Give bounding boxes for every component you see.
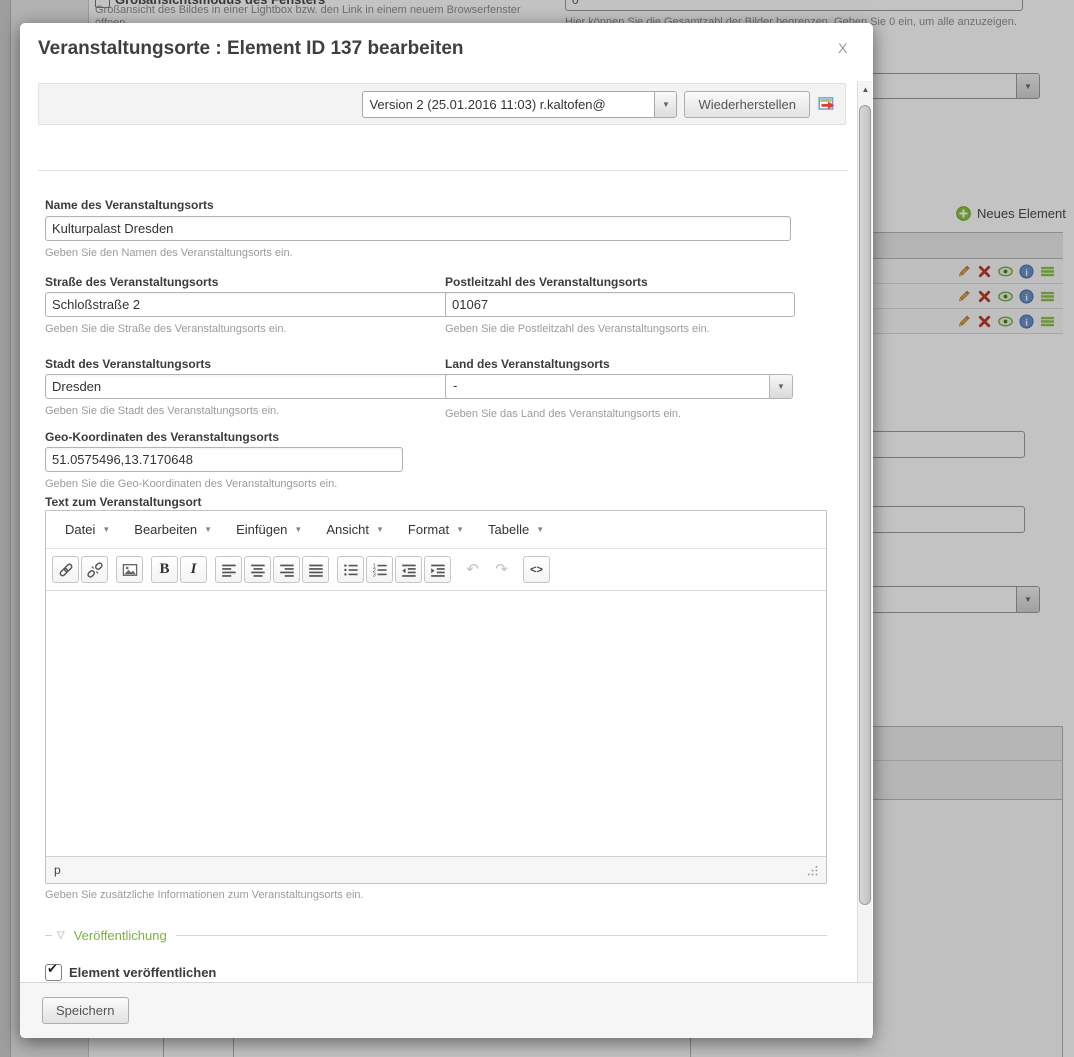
undo-button[interactable]: ↶	[459, 556, 486, 583]
align-center-icon	[250, 562, 266, 578]
chevron-down-icon[interactable]: ▼	[769, 375, 792, 398]
country-label: Land des Veranstaltungsorts	[445, 357, 610, 371]
editor-statusbar: p	[46, 856, 826, 883]
svg-text:3: 3	[372, 572, 375, 577]
text-label: Text zum Veranstaltungsort	[45, 495, 201, 509]
geo-help: Geben Sie die Geo-Koordinaten des Verans…	[45, 478, 337, 490]
indent-icon	[430, 562, 446, 578]
name-help: Geben Sie den Namen des Veranstaltungsor…	[45, 247, 293, 259]
country-help: Geben Sie das Land des Veranstaltungsort…	[445, 408, 681, 420]
menu-view[interactable]: Ansicht▼	[315, 516, 395, 543]
link-icon	[58, 562, 74, 578]
numbered-list-icon: 123	[372, 562, 388, 578]
zip-label: Postleitzahl des Veranstaltungsorts	[445, 275, 648, 289]
caret-down-icon: ▼	[102, 525, 110, 534]
version-toolbar: Version 2 (25.01.2016 11:03) r.kaltofen@…	[38, 83, 846, 125]
align-center-button[interactable]	[244, 556, 271, 583]
bullet-list-button[interactable]	[337, 556, 364, 583]
geo-input[interactable]	[45, 447, 403, 472]
city-label: Stadt des Veranstaltungsorts	[45, 357, 211, 371]
menu-file[interactable]: Datei▼	[54, 516, 121, 543]
publish-checkbox-label: Element veröffentlichen	[69, 965, 216, 980]
city-help: Geben Sie die Stadt des Veranstaltungsor…	[45, 405, 279, 417]
menu-insert[interactable]: Einfügen▼	[225, 516, 313, 543]
align-justify-button[interactable]	[302, 556, 329, 583]
align-left-button[interactable]	[215, 556, 242, 583]
publish-section-legend[interactable]: Veröffentlichung	[70, 928, 171, 943]
caret-down-icon: ▼	[456, 525, 464, 534]
insert-image-button[interactable]	[116, 556, 143, 583]
link-button[interactable]	[52, 556, 79, 583]
numbered-list-button[interactable]: 123	[366, 556, 393, 583]
country-select-value: -	[453, 378, 457, 393]
bullet-list-icon	[343, 562, 359, 578]
menu-edit[interactable]: Bearbeiten▼	[123, 516, 223, 543]
version-select-value: Version 2 (25.01.2016 11:03) r.kaltofen@	[369, 92, 652, 117]
divider	[38, 170, 848, 171]
caret-down-icon: ▼	[376, 525, 384, 534]
modal-footer: Speichern	[20, 982, 873, 1038]
screen: Großansichtsmodus des Fensters Großansic…	[0, 0, 1074, 1057]
bold-icon: B	[159, 561, 169, 578]
modal-title: Veranstaltungsorte : Element ID 137 bear…	[38, 38, 464, 60]
align-justify-icon	[308, 562, 324, 578]
indent-button[interactable]	[424, 556, 451, 583]
align-right-icon	[279, 562, 295, 578]
open-window-icon[interactable]	[817, 94, 837, 114]
save-button[interactable]: Speichern	[42, 997, 129, 1024]
menu-table[interactable]: Tabelle▼	[477, 516, 555, 543]
publish-checkbox[interactable]	[45, 964, 62, 981]
italic-icon: I	[191, 561, 197, 578]
caret-down-icon: ▼	[204, 525, 212, 534]
divider-line	[176, 935, 827, 936]
source-code-icon: <>	[530, 564, 543, 576]
geo-label: Geo-Koordinaten des Veranstaltungsorts	[45, 430, 279, 444]
modal-scrollbar[interactable]: ▲ ▼	[857, 81, 872, 1038]
italic-button[interactable]: I	[180, 556, 207, 583]
redo-icon: ↷	[495, 562, 508, 577]
image-icon	[122, 562, 138, 578]
editor-toolbar: B I 123 ↶ ↷	[46, 549, 826, 591]
street-help: Geben Sie die Straße des Veranstaltungso…	[45, 323, 287, 335]
name-label: Name des Veranstaltungsorts	[45, 198, 214, 212]
editor-menubar: Datei▼ Bearbeiten▼ Einfügen▼ Ansicht▼ Fo…	[46, 511, 826, 549]
caret-down-icon: ▼	[536, 525, 544, 534]
unlink-button[interactable]	[81, 556, 108, 583]
publish-section-divider: ▽ Veröffentlichung	[45, 928, 827, 943]
text-help: Geben Sie zusätzliche Informationen zum …	[45, 889, 364, 901]
caret-down-icon: ▼	[294, 525, 302, 534]
version-select[interactable]: Version 2 (25.01.2016 11:03) r.kaltofen@…	[362, 91, 677, 118]
zip-input[interactable]	[445, 292, 795, 317]
scrollbar-thumb[interactable]	[859, 105, 871, 905]
outdent-icon	[401, 562, 417, 578]
menu-format[interactable]: Format▼	[397, 516, 475, 543]
edit-element-modal: Veranstaltungsorte : Element ID 137 bear…	[20, 23, 873, 1038]
scroll-up-icon[interactable]: ▲	[858, 81, 873, 97]
collapse-triangle-icon[interactable]: ▽	[57, 931, 65, 941]
resize-grip-icon[interactable]	[807, 865, 818, 876]
bold-button[interactable]: B	[151, 556, 178, 583]
close-icon[interactable]: X	[838, 40, 847, 56]
country-select[interactable]: - ▼	[445, 374, 793, 399]
divider-dash	[45, 935, 52, 936]
richtext-editor: Datei▼ Bearbeiten▼ Einfügen▼ Ansicht▼ Fo…	[45, 510, 827, 884]
source-code-button[interactable]: <>	[523, 556, 550, 583]
align-left-icon	[221, 562, 237, 578]
undo-icon: ↶	[466, 562, 479, 577]
street-label: Straße des Veranstaltungsorts	[45, 275, 218, 289]
name-input[interactable]	[45, 216, 791, 241]
redo-button[interactable]: ↷	[488, 556, 515, 583]
chevron-down-icon[interactable]: ▼	[654, 92, 676, 117]
editor-element-path: p	[54, 863, 61, 877]
align-right-button[interactable]	[273, 556, 300, 583]
restore-button[interactable]: Wiederherstellen	[684, 91, 810, 118]
editor-content-area[interactable]	[46, 591, 826, 856]
outdent-button[interactable]	[395, 556, 422, 583]
unlink-icon	[87, 562, 103, 578]
zip-help: Geben Sie die Postleitzahl des Veranstal…	[445, 323, 710, 335]
